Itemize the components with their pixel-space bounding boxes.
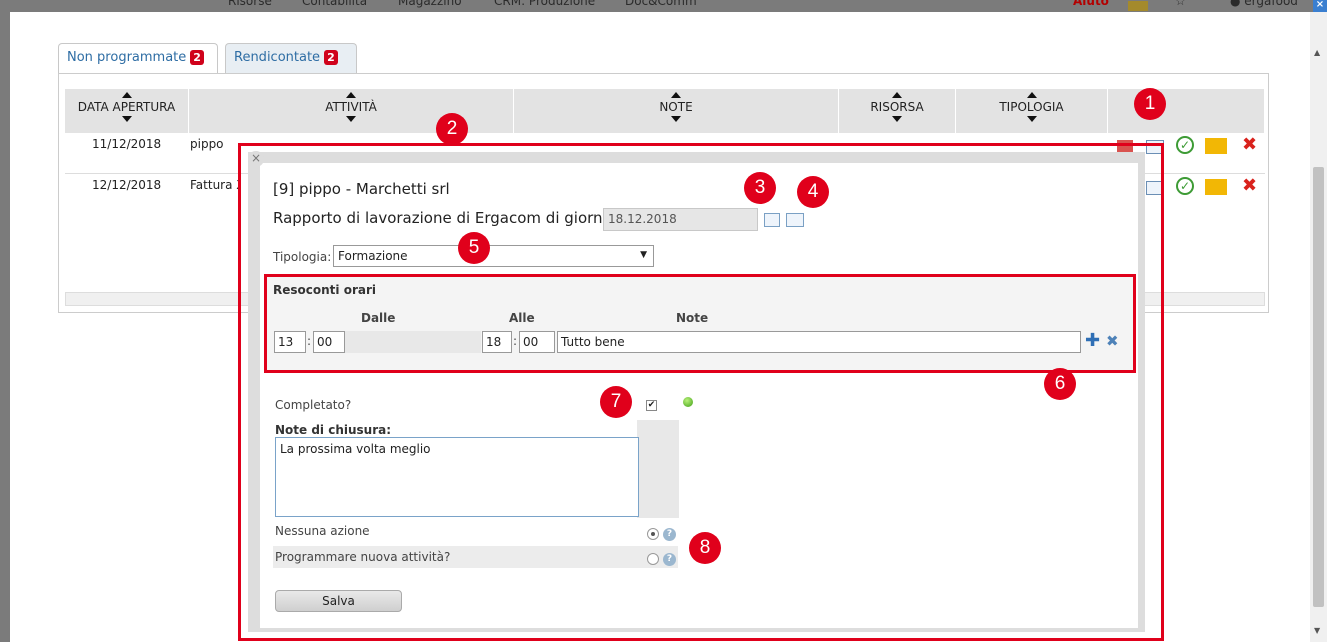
callout-1: 1	[1134, 88, 1166, 120]
count-badge: 2	[190, 50, 204, 65]
header-label: TIPOLOGIA	[999, 100, 1064, 114]
tab-non-programmate[interactable]: Non programmate 2	[58, 43, 218, 73]
sort-desc-icon[interactable]	[346, 116, 356, 122]
count-badge: 2	[324, 50, 338, 65]
callout-3: 3	[744, 172, 776, 204]
callout-5: 5	[458, 232, 490, 264]
row1-date: 11/12/2018	[92, 137, 162, 151]
header-tipologia[interactable]: TIPOLOGIA	[956, 89, 1108, 133]
callout-6: 6	[1044, 368, 1076, 400]
scroll-up-icon[interactable]: ▲	[1314, 48, 1320, 57]
callout-2: 2	[436, 113, 468, 145]
folder-icon[interactable]	[1205, 138, 1227, 154]
row2-date: 12/12/2018	[92, 178, 162, 192]
tab-label: Non programmate	[67, 50, 187, 65]
nav-magazzino[interactable]: Magazzino	[398, 0, 462, 8]
check-icon[interactable]: ✓	[1176, 177, 1194, 195]
tab-label: Rendicontate	[234, 50, 321, 65]
sort-desc-icon[interactable]	[1026, 116, 1037, 122]
close-corner-icon[interactable]: ×	[1313, 0, 1327, 12]
folder-icon[interactable]	[1205, 179, 1227, 195]
scrollbar-thumb[interactable]	[1313, 167, 1324, 607]
user-name: ergafood	[1244, 0, 1298, 8]
nav-doc-comm[interactable]: Doc&Comm	[625, 0, 697, 8]
row1-activity[interactable]: pippo	[190, 137, 224, 151]
top-navigation: Risorse Contabilità Magazzino CRM: Produ…	[0, 0, 1327, 12]
callout-8: 8	[689, 532, 721, 564]
nav-contabilita[interactable]: Contabilità	[302, 0, 367, 8]
sort-desc-icon[interactable]	[892, 116, 902, 122]
user-menu[interactable]: ● ergafood	[1230, 0, 1298, 8]
sort-asc-icon[interactable]	[121, 92, 132, 98]
header-data-apertura[interactable]: DATA APERTURA	[65, 89, 189, 133]
delete-icon[interactable]: ✖	[1242, 175, 1260, 196]
callout-box-resoconti	[264, 274, 1136, 373]
tab-rendicontate[interactable]: Rendicontate 2	[225, 43, 357, 73]
nav-aiuto[interactable]: Aiuto	[1073, 0, 1109, 8]
mail-icon[interactable]	[1128, 1, 1148, 11]
sort-desc-icon[interactable]	[671, 116, 681, 122]
callout-box-dialog	[238, 143, 1164, 641]
header-note[interactable]: NOTE	[514, 89, 839, 133]
row2-activity[interactable]: Fattura X	[190, 178, 238, 192]
sort-desc-icon[interactable]	[121, 116, 132, 122]
sort-asc-icon[interactable]	[1026, 92, 1037, 98]
header-label: DATA APERTURA	[77, 100, 176, 114]
scroll-down-icon[interactable]: ▼	[1314, 626, 1320, 635]
nav-risorse[interactable]: Risorse	[228, 0, 272, 8]
vertical-scrollbar[interactable]: ▲ ▼	[1310, 12, 1327, 642]
check-icon[interactable]: ✓	[1176, 136, 1194, 154]
star-icon[interactable]: ☆	[1175, 0, 1186, 8]
header-label: RISORSA	[870, 100, 924, 114]
callout-4: 4	[797, 176, 829, 208]
header-label: ATTIVITÀ	[325, 100, 377, 114]
callout-7: 7	[600, 386, 632, 418]
sort-asc-icon[interactable]	[892, 92, 902, 98]
header-risorsa[interactable]: RISORSA	[839, 89, 956, 133]
header-actions	[1108, 89, 1265, 133]
header-label: NOTE	[659, 100, 693, 114]
sort-asc-icon[interactable]	[346, 92, 356, 98]
sort-asc-icon[interactable]	[671, 92, 681, 98]
nav-crm-produzione[interactable]: CRM: Produzione	[494, 0, 595, 8]
delete-icon[interactable]: ✖	[1242, 134, 1260, 155]
